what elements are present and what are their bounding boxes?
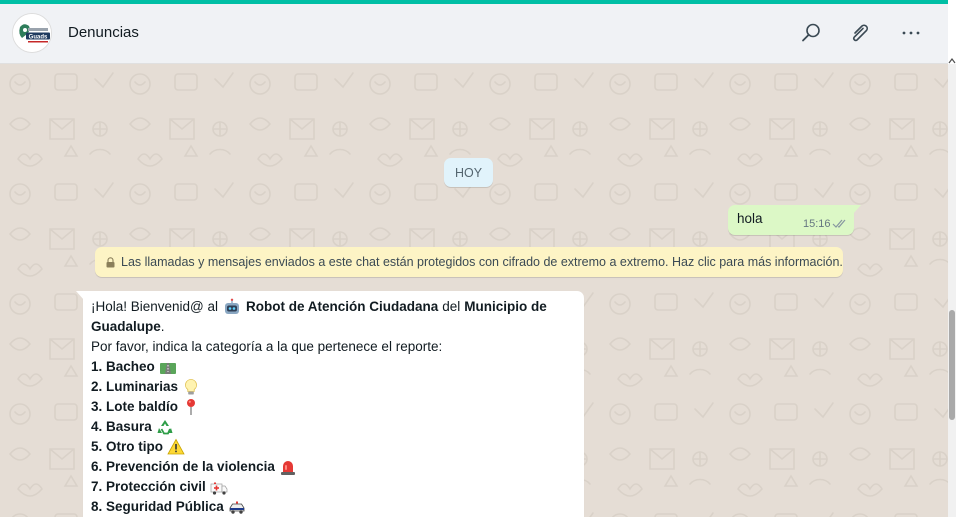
- lightbulb-emoji-icon: [185, 379, 197, 395]
- chat-title[interactable]: Denuncias: [68, 24, 139, 41]
- robot-emoji-icon: [225, 298, 240, 314]
- pushpin-emoji-icon: [187, 399, 196, 415]
- message-text: hola: [737, 211, 763, 226]
- bubble-tail: [853, 205, 861, 214]
- option-item: 7. Protección civil: [91, 477, 581, 497]
- option-label: 8. Seguridad Pública: [91, 499, 224, 514]
- option-item: 5. Otro tipo: [91, 437, 581, 457]
- option-item: 6. Prevención de la violencia: [91, 457, 581, 477]
- scrollbar-track[interactable]: [948, 64, 956, 517]
- encryption-notice[interactable]: Las llamadas y mensajes enviados a este …: [95, 247, 843, 277]
- scrollbar-thumb[interactable]: [949, 310, 955, 420]
- scroll-up-arrow-icon[interactable]: [948, 56, 956, 66]
- chat-area[interactable]: HOY hola 15:16 Las llamadas y mensajes e…: [0, 64, 948, 517]
- road-emoji-icon: [159, 363, 176, 374]
- bubble-tail: [76, 291, 84, 300]
- encryption-notice-text: Las llamadas y mensajes enviados a este …: [121, 255, 843, 269]
- window-edge: [948, 0, 956, 64]
- whatsapp-web-window: Guads Denuncias HOY hola 15:16 Las llama…: [0, 0, 956, 517]
- option-label: 6. Prevención de la violencia: [91, 459, 275, 474]
- police-car-emoji-icon: [229, 501, 245, 514]
- option-label: 1. Bacheo: [91, 359, 155, 374]
- guads-logo-icon: Guads: [13, 14, 51, 52]
- more-dots-icon: [902, 31, 920, 35]
- menu-button[interactable]: [896, 18, 926, 48]
- option-label: 7. Protección civil: [91, 479, 206, 494]
- avatar[interactable]: Guads: [12, 13, 52, 53]
- option-item: 3. Lote baldío: [91, 397, 581, 417]
- option-label: 4. Basura: [91, 419, 152, 434]
- chat-header[interactable]: Guads Denuncias: [0, 4, 948, 64]
- option-item: 4. Basura: [91, 417, 581, 437]
- warning-emoji-icon: [167, 438, 185, 455]
- option-item: 8. Seguridad Pública: [91, 497, 581, 517]
- option-item: 2. Luminarias: [91, 377, 581, 397]
- option-label: 5. Otro tipo: [91, 439, 163, 454]
- ambulance-emoji-icon: [210, 482, 228, 495]
- robot-name: Robot de Atención Ciudadana: [246, 299, 439, 314]
- message-body: ¡Hola! Bienvenid@ al Robot de Atención C…: [91, 297, 581, 517]
- instruction-line: Por favor, indica la categoría a la que …: [91, 339, 443, 354]
- recycle-emoji-icon: [157, 420, 173, 435]
- siren-emoji-icon: [280, 461, 295, 475]
- option-item: 1. Bacheo: [91, 357, 581, 377]
- search-icon: [802, 23, 820, 42]
- option-label: 2. Luminarias: [91, 379, 179, 394]
- lock-icon: [106, 256, 115, 267]
- municipality-label: Municipio de: [464, 299, 547, 314]
- greeting-line: ¡Hola! Bienvenid@ al Robot de Atención C…: [91, 297, 581, 317]
- municipality-name: Guadalupe: [91, 319, 161, 334]
- paperclip-icon: [853, 24, 868, 42]
- incoming-message[interactable]: ¡Hola! Bienvenid@ al Robot de Atención C…: [76, 291, 584, 517]
- search-button[interactable]: [796, 18, 826, 48]
- connector-word: del: [442, 299, 461, 314]
- message-time: 15:16: [803, 218, 831, 230]
- greeting-prefix: ¡Hola! Bienvenid@ al: [91, 299, 219, 314]
- attach-button[interactable]: [845, 18, 875, 48]
- outgoing-message[interactable]: hola 15:16: [728, 205, 861, 235]
- municipality-line: Guadalupe.: [91, 317, 581, 337]
- svg-text:Guads: Guads: [29, 34, 48, 40]
- sentence-period: .: [160, 319, 165, 334]
- option-label: 3. Lote baldío: [91, 399, 179, 414]
- double-check-icon: [832, 219, 846, 228]
- date-separator: HOY: [444, 158, 493, 187]
